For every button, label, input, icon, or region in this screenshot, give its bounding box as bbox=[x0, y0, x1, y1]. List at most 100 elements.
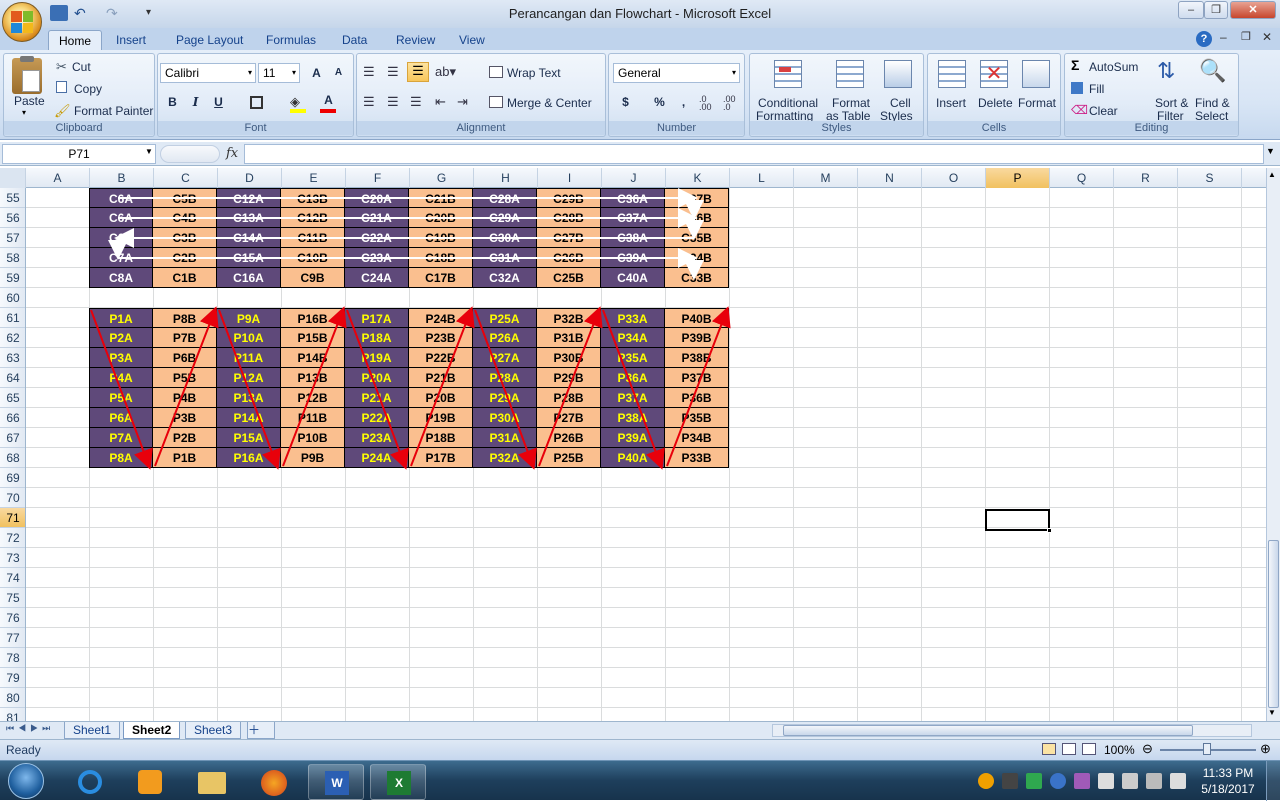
sort-filter-button[interactable]: Sort & bbox=[1155, 96, 1188, 110]
grow-font-button[interactable]: A bbox=[306, 63, 327, 83]
page-layout-view-icon[interactable] bbox=[1062, 743, 1076, 755]
shrink-font-button[interactable]: A bbox=[328, 63, 349, 83]
tab-review[interactable]: Review bbox=[386, 30, 445, 50]
column-header-l[interactable]: L bbox=[730, 168, 794, 188]
row-header-69[interactable]: 69 bbox=[0, 468, 25, 488]
zoom-out-icon[interactable]: ⊖ bbox=[1142, 741, 1153, 757]
tray-app-icon[interactable] bbox=[978, 773, 994, 789]
row-header-77[interactable]: 77 bbox=[0, 628, 25, 648]
align-middle-icon[interactable]: ☰ bbox=[387, 64, 399, 80]
column-header-b[interactable]: B bbox=[90, 168, 154, 188]
network-icon[interactable] bbox=[1146, 773, 1162, 789]
bluetooth-icon[interactable] bbox=[1050, 773, 1066, 789]
workbook-close-icon[interactable]: ✕ bbox=[1262, 30, 1272, 44]
maximize-button[interactable]: ❐ bbox=[1204, 1, 1228, 19]
media-player-icon[interactable] bbox=[122, 764, 178, 800]
column-header-h[interactable]: H bbox=[474, 168, 538, 188]
minimize-button[interactable]: – bbox=[1178, 1, 1204, 19]
page-break-view-icon[interactable] bbox=[1082, 743, 1096, 755]
number-format-combo[interactable]: General ▾ bbox=[613, 63, 740, 83]
font-name-combo[interactable]: Calibri ▾ bbox=[160, 63, 256, 83]
column-header-m[interactable]: M bbox=[794, 168, 858, 188]
row-header-65[interactable]: 65 bbox=[0, 388, 25, 408]
row-header-72[interactable]: 72 bbox=[0, 528, 25, 548]
borders-icon[interactable] bbox=[250, 96, 263, 109]
row-header-74[interactable]: 74 bbox=[0, 568, 25, 588]
zoom-level[interactable]: 100% bbox=[1104, 743, 1135, 757]
row-header-55[interactable]: 55 bbox=[0, 188, 25, 208]
help-icon[interactable]: ? bbox=[1196, 31, 1212, 47]
save-icon[interactable] bbox=[50, 5, 68, 21]
undo-icon[interactable]: ↶ bbox=[74, 5, 92, 21]
expand-formula-bar-icon[interactable]: ▼ bbox=[1266, 146, 1275, 156]
zoom-in-icon[interactable]: ⊕ bbox=[1260, 741, 1271, 757]
ribbon-minimize-icon[interactable]: – bbox=[1220, 30, 1227, 44]
paste-icon[interactable] bbox=[12, 56, 42, 94]
percent-button[interactable]: % bbox=[649, 92, 670, 112]
active-cell-selection[interactable] bbox=[985, 509, 1052, 533]
orientation-icon[interactable]: ab▾ bbox=[435, 64, 456, 80]
scroll-down-icon[interactable]: ▼ bbox=[1268, 708, 1276, 717]
clear-button[interactable]: Clear bbox=[1089, 104, 1118, 118]
format-cells-button[interactable]: Format bbox=[1018, 96, 1056, 110]
column-header-f[interactable]: F bbox=[346, 168, 410, 188]
row-header-67[interactable]: 67 bbox=[0, 428, 25, 448]
bold-button[interactable]: B bbox=[162, 92, 183, 112]
row-header-57[interactable]: 57 bbox=[0, 228, 25, 248]
column-header-i[interactable]: I bbox=[538, 168, 602, 188]
autosum-button[interactable]: AutoSum bbox=[1089, 60, 1138, 74]
row-header-68[interactable]: 68 bbox=[0, 448, 25, 468]
italic-button[interactable]: I bbox=[185, 92, 206, 112]
word-taskbar-icon[interactable]: W bbox=[308, 764, 364, 800]
clock-date[interactable]: 5/18/2017 bbox=[1196, 782, 1260, 796]
column-header-o[interactable]: O bbox=[922, 168, 986, 188]
find-select-button[interactable]: Find & bbox=[1195, 96, 1230, 110]
column-header-n[interactable]: N bbox=[858, 168, 922, 188]
row-header-81[interactable]: 81 bbox=[0, 708, 25, 721]
tray-utility-icon[interactable] bbox=[1074, 773, 1090, 789]
column-header-g[interactable]: G bbox=[410, 168, 474, 188]
action-center-icon[interactable] bbox=[1098, 773, 1114, 789]
row-header-76[interactable]: 76 bbox=[0, 608, 25, 628]
row-header-58[interactable]: 58 bbox=[0, 248, 25, 268]
sheet-tab-1[interactable]: Sheet1 bbox=[64, 722, 121, 739]
name-box-dropdown-icon[interactable]: ▼ bbox=[145, 147, 153, 156]
merge-center-button[interactable]: Merge & Center bbox=[507, 96, 592, 110]
fill-button[interactable]: Fill bbox=[1089, 82, 1104, 96]
excel-taskbar-icon[interactable]: X bbox=[370, 764, 426, 800]
zoom-slider-thumb[interactable] bbox=[1203, 743, 1211, 755]
vertical-scrollbar[interactable]: ▲ ▼ bbox=[1266, 168, 1280, 721]
cut-button[interactable]: Cut bbox=[72, 60, 91, 74]
column-header-s[interactable]: S bbox=[1178, 168, 1242, 188]
row-header-70[interactable]: 70 bbox=[0, 488, 25, 508]
sheet-tab-3[interactable]: Sheet3 bbox=[185, 722, 242, 739]
show-desktop-button[interactable] bbox=[1266, 761, 1280, 801]
row-header-60[interactable]: 60 bbox=[0, 288, 25, 308]
decrease-indent-icon[interactable]: ⇤ bbox=[435, 94, 446, 110]
align-top-icon[interactable]: ☰ bbox=[363, 64, 375, 80]
row-header-73[interactable]: 73 bbox=[0, 548, 25, 568]
conditional-formatting-button[interactable]: Conditional bbox=[758, 96, 818, 110]
column-header-k[interactable]: K bbox=[666, 168, 730, 188]
internet-explorer-icon[interactable] bbox=[62, 764, 118, 800]
normal-view-icon[interactable] bbox=[1042, 743, 1056, 755]
paste-button[interactable]: Paste bbox=[14, 94, 45, 108]
row-header-78[interactable]: 78 bbox=[0, 648, 25, 668]
column-header-j[interactable]: J bbox=[602, 168, 666, 188]
increase-indent-icon[interactable]: ⇥ bbox=[457, 94, 468, 110]
row-header-62[interactable]: 62 bbox=[0, 328, 25, 348]
sheet-nav-icons[interactable]: ⏮◀▶⏭ bbox=[6, 723, 54, 734]
row-header-66[interactable]: 66 bbox=[0, 408, 25, 428]
column-header-p[interactable]: P bbox=[986, 168, 1050, 188]
tab-formulas[interactable]: Formulas bbox=[256, 30, 326, 50]
font-size-combo[interactable]: 11 ▾ bbox=[258, 63, 300, 83]
column-header-e[interactable]: E bbox=[282, 168, 346, 188]
ribbon-restore-icon[interactable]: ❐ bbox=[1241, 30, 1251, 43]
row-header-71[interactable]: 71 bbox=[0, 508, 25, 528]
insert-function-button[interactable]: fx bbox=[226, 146, 238, 161]
cell-styles-button[interactable]: Cell bbox=[890, 96, 911, 110]
column-header-a[interactable]: A bbox=[26, 168, 90, 188]
row-header-59[interactable]: 59 bbox=[0, 268, 25, 288]
format-painter-button[interactable]: Format Painter bbox=[74, 104, 153, 118]
align-right-icon[interactable]: ☰ bbox=[410, 94, 422, 110]
